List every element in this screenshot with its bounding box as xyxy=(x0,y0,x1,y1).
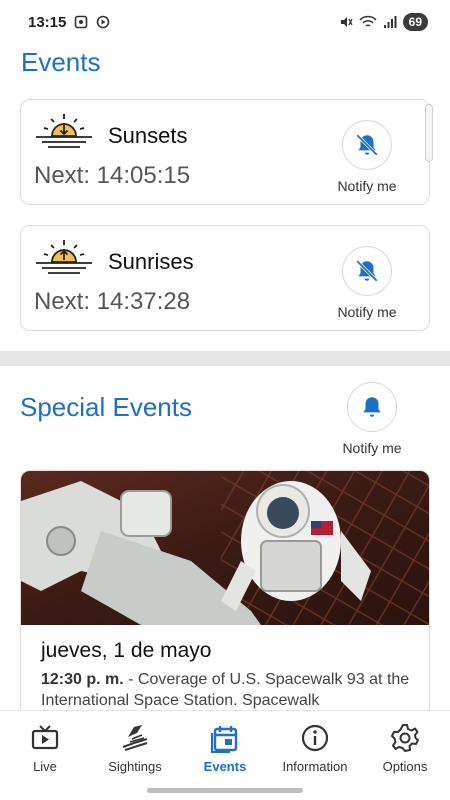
event-next-time: Next: 14:05:15 xyxy=(34,162,191,189)
bell-off-icon xyxy=(356,134,378,156)
wifi-icon xyxy=(359,15,377,27)
scrollbar[interactable] xyxy=(425,104,433,162)
nav-information[interactable]: Information xyxy=(270,711,360,782)
event-next-time: Next: 14:37:28 xyxy=(34,288,191,315)
mute-icon xyxy=(340,17,353,27)
nav-sightings[interactable]: Sightings xyxy=(90,711,180,782)
tv-icon xyxy=(31,725,59,750)
notify-label: Notify me xyxy=(342,440,402,456)
notify-label: Notify me xyxy=(337,178,397,194)
nav-events[interactable]: Events xyxy=(180,711,270,782)
special-event-description: 12:30 p. m. - Coverage of U.S. Spacewalk… xyxy=(41,669,411,711)
page-title: Events xyxy=(21,47,101,77)
nav-label: Information xyxy=(282,759,348,774)
signal-icon xyxy=(383,16,397,28)
status-bar: 13:15 69 xyxy=(0,0,450,44)
special-event-time: 12:30 p. m. xyxy=(41,671,124,688)
nav-label: Live xyxy=(33,759,57,774)
special-events-title: Special Events xyxy=(20,392,192,422)
notify-sunsets[interactable]: Notify me xyxy=(327,120,407,194)
info-icon xyxy=(301,724,329,752)
special-event-card[interactable]: jueves, 1 de mayo 12:30 p. m. - Coverage… xyxy=(20,470,430,730)
home-indicator[interactable] xyxy=(147,788,303,793)
special-event-date: jueves, 1 de mayo xyxy=(41,639,212,662)
screenshot-icon xyxy=(75,15,88,29)
bell-off-icon xyxy=(356,260,378,282)
event-name: Sunrises xyxy=(108,249,194,274)
notify-special-events[interactable]: Notify me xyxy=(332,382,412,456)
nav-label: Events xyxy=(203,759,247,774)
section-divider xyxy=(0,351,450,366)
nav-label: Options xyxy=(382,759,428,774)
record-icon xyxy=(97,15,110,29)
notify-button[interactable] xyxy=(342,246,392,296)
nav-options[interactable]: Options xyxy=(360,711,450,782)
notify-button[interactable] xyxy=(342,120,392,170)
nav-live[interactable]: Live xyxy=(0,711,90,782)
bell-icon xyxy=(363,397,381,417)
bottom-nav: Live Sightings Events Information Option… xyxy=(0,710,450,782)
notify-label: Notify me xyxy=(337,304,397,320)
event-name: Sunsets xyxy=(108,123,188,148)
sunrise-icon xyxy=(36,240,92,274)
calendar-icon xyxy=(210,726,238,753)
event-card-sunrises[interactable]: Sunrises Next: 14:37:28 Notify me xyxy=(20,225,430,331)
spacewalk-photo xyxy=(21,471,429,625)
notify-button[interactable] xyxy=(347,382,397,432)
sightings-icon xyxy=(122,725,148,751)
status-time: 13:15 xyxy=(28,13,67,31)
notify-sunrises[interactable]: Notify me xyxy=(327,246,407,320)
event-card-sunsets[interactable]: Sunsets Next: 14:05:15 Notify me xyxy=(20,99,430,205)
sunset-icon xyxy=(36,114,92,148)
gear-icon xyxy=(391,724,419,752)
battery-level: 69 xyxy=(402,13,428,31)
nav-label: Sightings xyxy=(108,759,162,774)
